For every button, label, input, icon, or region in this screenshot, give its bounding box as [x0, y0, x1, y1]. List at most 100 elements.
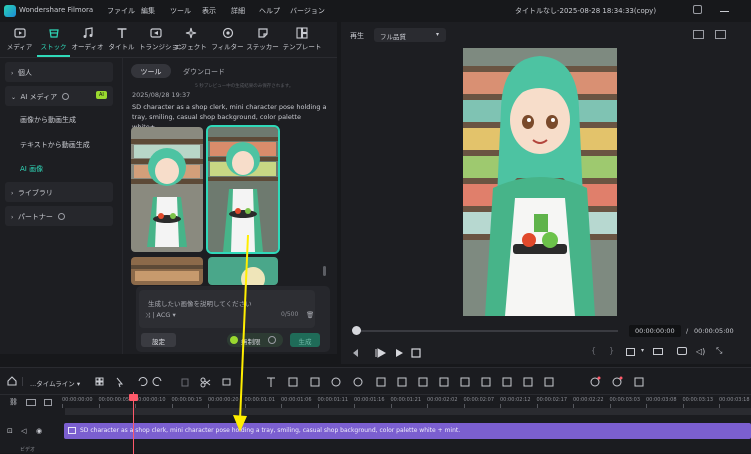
shop-thumbnail-3	[131, 257, 203, 285]
generate-button[interactable]: 生成	[290, 333, 320, 347]
chevron-down-icon: ⌄	[11, 94, 17, 101]
menu-version[interactable]: バージョン	[290, 6, 325, 16]
add-track-icon[interactable]	[44, 399, 52, 406]
chevron-right-icon: ›	[11, 214, 14, 221]
project-title: タイトルなし-2025-08-28 18:34:33(copy)	[515, 7, 657, 15]
link-icon[interactable]: ⛓	[9, 398, 18, 406]
camera-icon[interactable]	[677, 347, 687, 355]
nav-personal[interactable]: › 個人	[5, 62, 113, 82]
trash-icon[interactable]: 🗑	[306, 311, 314, 319]
step-play-button[interactable]	[374, 345, 386, 359]
waveform-icon[interactable]	[715, 30, 726, 39]
generated-image-3[interactable]	[131, 257, 203, 285]
ruler-tick-label: 00:00:01:16	[354, 397, 385, 403]
video-frame[interactable]	[463, 48, 617, 316]
filmora-logo-icon	[4, 5, 16, 17]
text-tool-button[interactable]	[265, 374, 277, 388]
tab-download[interactable]: ダウンロード	[179, 64, 229, 78]
split-scissors-button[interactable]	[201, 374, 213, 388]
menu-file[interactable]: ファイル	[107, 6, 135, 16]
tab-filters[interactable]: フィルター	[211, 22, 244, 58]
generated-image-1[interactable]	[131, 127, 203, 252]
ruler-tick-label: 00:00:03:08	[646, 397, 677, 403]
nav-ai-media-label: AI メディア	[20, 93, 58, 101]
transition-icon	[149, 28, 162, 38]
panel-scrollbar[interactable]	[323, 266, 326, 276]
mark-out-icon[interactable]: }	[609, 346, 614, 355]
tab-transitions[interactable]: トランジション	[139, 22, 185, 58]
tab-stock[interactable]: ストック	[37, 22, 70, 58]
prev-frame-button[interactable]	[352, 345, 362, 359]
monitor-icon[interactable]	[653, 348, 663, 355]
stop-button[interactable]	[411, 345, 423, 359]
nav-ai-image[interactable]: AI 画像	[20, 164, 43, 174]
sparkle-icon	[185, 27, 196, 39]
tab-media[interactable]: メディア	[3, 22, 36, 58]
style-selector[interactable]: ⤨ | ACG ▾	[145, 311, 176, 320]
video-clip[interactable]: SD character as a shop clerk, mini chara…	[64, 423, 751, 439]
track-mute-icon[interactable]: ◁	[21, 427, 26, 435]
ruler-tick-label: 00:00:02:17	[536, 397, 568, 403]
generation-date: 2025/08/28 19:37	[132, 91, 191, 99]
time-ruler[interactable]: 00:00:00:00 00:00:00:05 00:00:00:10 00:00:0…	[62, 394, 751, 408]
quality-dropdown[interactable]: フル品質 ▾	[374, 28, 446, 42]
ruler-tick-label: 00:00:00:10	[135, 397, 166, 403]
help-circle-icon	[268, 336, 276, 344]
active-tab-indicator	[37, 55, 70, 57]
tab-stickers[interactable]: ステッカー	[246, 22, 279, 58]
tab-audio[interactable]: オーディオ	[71, 22, 104, 58]
music-note-icon	[83, 27, 93, 38]
settings-button[interactable]: 設定	[141, 333, 176, 347]
menu-view[interactable]: 表示	[202, 6, 216, 16]
snapshot-grid-icon[interactable]	[693, 30, 704, 39]
tab-templates[interactable]: テンプレート	[282, 22, 322, 58]
track-label: ビデオ	[20, 447, 36, 453]
menu-edit[interactable]: 編集	[141, 6, 155, 16]
track-manager-icon[interactable]	[26, 399, 36, 406]
progress-handle[interactable]	[352, 326, 361, 335]
playhead-line[interactable]	[133, 392, 134, 454]
nav-ai-media[interactable]: ⌄ AI メディア AI	[5, 86, 113, 106]
ruler-tick-label: 00:00:03:18	[719, 397, 750, 403]
minimize-icon[interactable]	[720, 11, 729, 12]
preview-label: 再生	[350, 32, 364, 40]
layout-grid-button[interactable]	[95, 374, 107, 388]
chevron-right-icon: ›	[11, 70, 14, 77]
ai-badge: AI	[96, 91, 107, 99]
play-button[interactable]	[394, 345, 406, 359]
total-time: 00:00:05:00	[694, 327, 734, 335]
home-icon[interactable]	[7, 376, 17, 386]
anime-shop-clerk-image	[463, 48, 617, 316]
volume-icon[interactable]: ◁)	[696, 347, 705, 356]
tab-titles[interactable]: タイトル	[105, 22, 138, 58]
nav-library[interactable]: › ライブラリ	[5, 182, 113, 202]
nav-image-to-video[interactable]: 画像から動画生成	[20, 115, 76, 125]
timeline-dropdown[interactable]: ...タイムライン ▾	[30, 378, 80, 388]
undo-button[interactable]	[137, 374, 149, 388]
image-clip-icon	[68, 427, 76, 434]
fullscreen-icon[interactable]: ⤡	[716, 346, 722, 356]
window-icon[interactable]	[693, 5, 702, 14]
menu-help[interactable]: ヘルプ	[259, 6, 280, 16]
track-eye-icon[interactable]: ◉	[36, 427, 42, 435]
menu-tools[interactable]: ツール	[170, 6, 191, 16]
playhead-handle[interactable]	[129, 394, 138, 401]
mark-in-icon[interactable]: {	[591, 346, 596, 355]
delete-button[interactable]	[180, 374, 192, 388]
progress-track[interactable]	[356, 330, 618, 332]
nav-partner[interactable]: › パートナー	[5, 206, 113, 226]
redo-button[interactable]	[158, 374, 170, 388]
track-lock-icon[interactable]: ⊡	[7, 427, 13, 435]
caret-down-icon[interactable]: ▾	[641, 347, 644, 354]
select-tool-button[interactable]	[116, 374, 128, 388]
template-icon	[296, 27, 308, 39]
title-bar: Wondershare Filmora ファイル 編集 ツール 表示 詳細 ヘル…	[0, 0, 751, 22]
current-time[interactable]: 00:00:00:00	[629, 325, 681, 337]
preview-panel: 再生 フル品質 ▾ 00:00:00:00 / 00:00:05:00 {} …	[341, 22, 751, 364]
ruler-tick-label: 00:00:03:13	[682, 397, 714, 403]
render-icon[interactable]	[626, 348, 635, 356]
menu-advanced[interactable]: 詳細	[231, 6, 245, 16]
tab-tools[interactable]: ツール	[131, 64, 171, 78]
nav-text-to-video[interactable]: テキストから動画生成	[20, 140, 90, 150]
tab-effects[interactable]: エフェクト	[174, 22, 207, 58]
